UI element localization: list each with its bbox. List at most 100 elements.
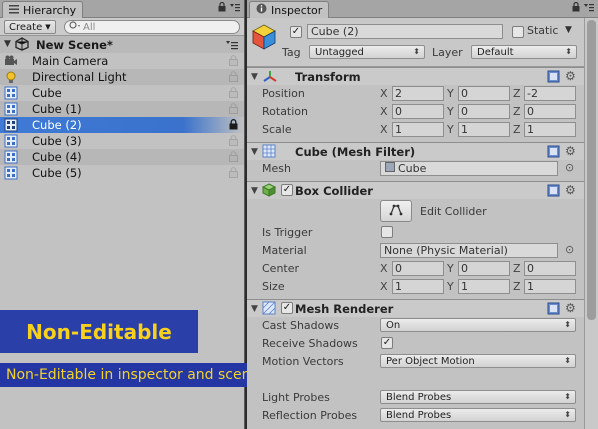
transform-header[interactable]: ▼ Transform ⚙ [247, 67, 598, 85]
scale-z-field[interactable]: 1 [524, 122, 576, 137]
book-icon[interactable] [547, 184, 560, 200]
center-z-field[interactable]: 0 [524, 261, 576, 276]
lock-icon[interactable] [229, 71, 238, 85]
hierarchy-item-cube[interactable]: Cube [0, 85, 244, 101]
hierarchy-item-label: Cube [32, 86, 62, 100]
is-trigger-checkbox[interactable] [381, 226, 393, 238]
edit-collider-button[interactable] [380, 200, 412, 222]
axis-z-label: Z [513, 105, 521, 118]
cast-shadows-dropdown[interactable]: On ⬍ [380, 318, 576, 332]
object-picker-icon[interactable]: ⊙ [565, 243, 574, 256]
hierarchy-item-cube-2-selected[interactable]: Cube (2) [0, 117, 244, 133]
hierarchy-item-cube-3[interactable]: Cube (3) [0, 133, 244, 149]
gear-icon[interactable]: ⚙ [565, 183, 576, 197]
reflection-probes-dropdown[interactable]: Blend Probes ⬍ [380, 408, 576, 422]
foldout-open-icon[interactable]: ▼ [251, 304, 258, 314]
hierarchy-item-main-camera[interactable]: Main Camera [0, 53, 244, 69]
size-z-field[interactable]: 1 [524, 279, 576, 294]
position-label: Position [262, 87, 305, 100]
lock-icon[interactable] [229, 87, 238, 101]
axis-z-label: Z [513, 262, 521, 275]
book-icon[interactable] [547, 145, 560, 161]
box-collider-header[interactable]: ▼ ✓ Box Collider ⚙ [247, 181, 598, 199]
chevron-down-icon[interactable]: ▼ [565, 25, 572, 35]
inspector-panel: Inspector ✓ Cube (2) Static ▼ Tag Untagg… [247, 0, 598, 429]
inspector-tab[interactable]: Inspector [249, 1, 330, 18]
book-icon[interactable] [547, 302, 560, 318]
hierarchy-tab[interactable]: Hierarchy [2, 1, 84, 18]
menu-icon[interactable] [584, 2, 594, 15]
gameobject-icon [4, 150, 18, 164]
position-z-field[interactable]: -2 [524, 86, 576, 101]
menu-icon[interactable] [230, 2, 240, 15]
book-icon[interactable] [547, 70, 560, 86]
mesh-renderer-header[interactable]: ▼ ✓ Mesh Renderer ⚙ [247, 299, 598, 317]
lock-icon[interactable] [229, 135, 238, 149]
foldout-open-icon[interactable]: ▼ [251, 147, 258, 157]
light-probes-dropdown[interactable]: Blend Probes ⬍ [380, 390, 576, 404]
hierarchy-item-cube-5[interactable]: Cube (5) [0, 165, 244, 181]
axis-y-label: Y [447, 105, 454, 118]
foldout-open-icon[interactable]: ▼ [4, 39, 11, 49]
rotation-z-field[interactable]: 0 [524, 104, 576, 119]
active-checkbox[interactable]: ✓ [290, 26, 302, 38]
center-x-field[interactable]: 0 [392, 261, 444, 276]
mesh-field[interactable]: Cube [380, 161, 558, 176]
lock-icon[interactable] [229, 151, 238, 165]
rotation-x-field[interactable]: 0 [392, 104, 444, 119]
object-name-field[interactable]: Cube (2) [307, 24, 503, 39]
gear-icon[interactable]: ⚙ [565, 69, 576, 83]
gameobject-icon [4, 86, 18, 100]
hierarchy-item-cube-4[interactable]: Cube (4) [0, 149, 244, 165]
axis-x-label: X [380, 262, 388, 275]
foldout-open-icon[interactable]: ▼ [251, 186, 258, 196]
receive-shadows-checkbox[interactable]: ✓ [381, 337, 393, 349]
create-button[interactable]: Create ▼ [4, 20, 56, 34]
light-icon [4, 70, 18, 84]
lock-icon[interactable] [229, 55, 238, 69]
mesh-renderer-enabled-checkbox[interactable]: ✓ [281, 302, 293, 314]
scene-menu-icon[interactable] [226, 39, 238, 53]
object-picker-icon[interactable]: ⊙ [565, 161, 574, 174]
tag-dropdown[interactable]: Untagged ⬍ [309, 45, 425, 59]
hierarchy-item-label: Cube (2) [32, 118, 82, 132]
search-input[interactable]: All [64, 20, 240, 34]
motion-vectors-dropdown[interactable]: Per Object Motion ⬍ [380, 354, 576, 368]
material-field[interactable]: None (Physic Material) [380, 243, 558, 258]
updown-arrow-icon: ⬍ [413, 47, 420, 56]
scene-row[interactable]: ▼ New Scene* [0, 36, 244, 53]
size-y-field[interactable]: 1 [458, 279, 510, 294]
reflection-probes-label: Reflection Probes [262, 409, 358, 422]
hierarchy-item-directional-light[interactable]: Directional Light [0, 69, 244, 85]
foldout-open-icon[interactable]: ▼ [251, 72, 258, 82]
scale-x-field[interactable]: 1 [392, 122, 444, 137]
hierarchy-item-label: Cube (3) [32, 134, 82, 148]
size-label: Size [262, 280, 285, 293]
rotation-y-field[interactable]: 0 [458, 104, 510, 119]
position-y-field[interactable]: 0 [458, 86, 510, 101]
box-collider-icon [261, 183, 277, 200]
gear-icon[interactable]: ⚙ [565, 144, 576, 158]
is-trigger-label: Is Trigger [262, 226, 313, 239]
inspector-scrollbar[interactable] [584, 18, 598, 429]
lock-icon[interactable] [229, 119, 238, 133]
mesh-filter-header[interactable]: ▼ Cube (Mesh Filter) ⚙ [247, 142, 598, 160]
size-x-field[interactable]: 1 [392, 279, 444, 294]
lock-icon[interactable] [229, 103, 238, 117]
scrollbar-thumb[interactable] [587, 20, 596, 320]
tag-label: Tag [282, 46, 301, 59]
lock-icon[interactable] [229, 167, 238, 181]
scale-y-field[interactable]: 1 [458, 122, 510, 137]
gameobject-icon [4, 166, 18, 180]
box-collider-enabled-checkbox[interactable]: ✓ [281, 184, 293, 196]
layer-dropdown[interactable]: Default ⬍ [471, 45, 577, 59]
layer-label: Layer [432, 46, 463, 59]
lock-icon[interactable] [572, 1, 580, 15]
lock-icon[interactable] [218, 1, 226, 15]
position-x-field[interactable]: 2 [392, 86, 444, 101]
center-y-field[interactable]: 0 [458, 261, 510, 276]
static-checkbox[interactable] [512, 26, 524, 38]
gear-icon[interactable]: ⚙ [565, 301, 576, 315]
edit-collider-icon [388, 204, 404, 219]
hierarchy-item-cube-1[interactable]: Cube (1) [0, 101, 244, 117]
